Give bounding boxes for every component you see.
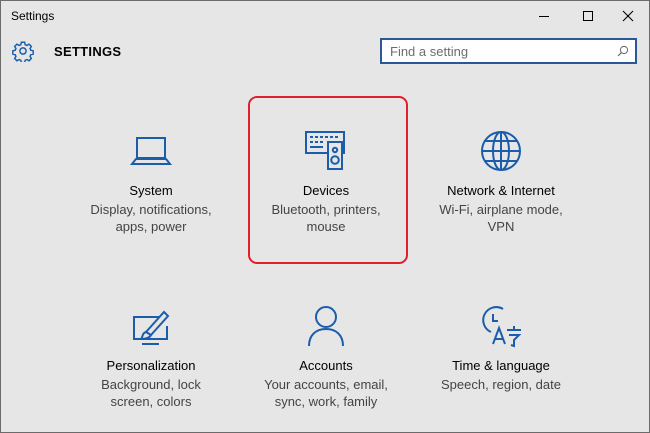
minimize-icon: [539, 16, 549, 17]
tile-title: Time & language: [452, 358, 550, 373]
tile-description: Wi-Fi, airplane mode,: [439, 202, 563, 217]
title-bar[interactable]: Settings: [1, 1, 649, 31]
window-title: Settings: [11, 9, 55, 23]
settings-header: SETTINGS: [1, 31, 649, 71]
tile-description: screen, colors: [110, 394, 192, 409]
tile-title: System: [129, 183, 173, 198]
tile-accounts[interactable]: Accounts Your accounts, email, sync, wor…: [246, 304, 406, 410]
search-box[interactable]: [380, 38, 637, 64]
tile-description: apps, power: [115, 219, 187, 234]
tile-description: Speech, region, date: [441, 377, 561, 392]
close-icon: [622, 10, 634, 22]
person-icon: [308, 306, 344, 347]
tile-time-language[interactable]: Time & language Speech, region, date: [421, 304, 581, 393]
laptop-icon: [129, 137, 173, 165]
gear-icon: [12, 41, 34, 62]
minimize-button[interactable]: [522, 1, 566, 31]
tile-description: VPN: [487, 219, 515, 234]
maximize-icon: [583, 11, 593, 21]
maximize-button[interactable]: [566, 1, 610, 31]
tile-personalization[interactable]: Personalization Background, lock screen,…: [71, 304, 231, 410]
tile-network-internet[interactable]: Network & Internet Wi-Fi, airplane mode,…: [421, 129, 581, 235]
time-language-icon: [482, 306, 522, 348]
settings-window: Settings SETTINGS Find a setting System …: [0, 0, 650, 433]
tile-title: Accounts: [299, 358, 353, 373]
devices-highlight-frame: [248, 96, 408, 264]
tile-title: Network & Internet: [447, 183, 555, 198]
tile-description: sync, work, family: [274, 394, 378, 409]
tile-description: Display, notifications,: [90, 202, 212, 217]
tile-description: Your accounts, email,: [264, 377, 388, 392]
tile-title: Personalization: [106, 358, 196, 373]
globe-icon: [481, 131, 521, 171]
tile-description: Background, lock: [101, 377, 201, 392]
search-input[interactable]: [382, 40, 615, 62]
search-icon[interactable]: [617, 45, 629, 57]
tile-system[interactable]: System Display, notifications, apps, pow…: [71, 129, 231, 235]
paint-screen-icon: [133, 310, 170, 345]
close-button[interactable]: [606, 1, 650, 31]
page-title: SETTINGS: [54, 44, 122, 59]
